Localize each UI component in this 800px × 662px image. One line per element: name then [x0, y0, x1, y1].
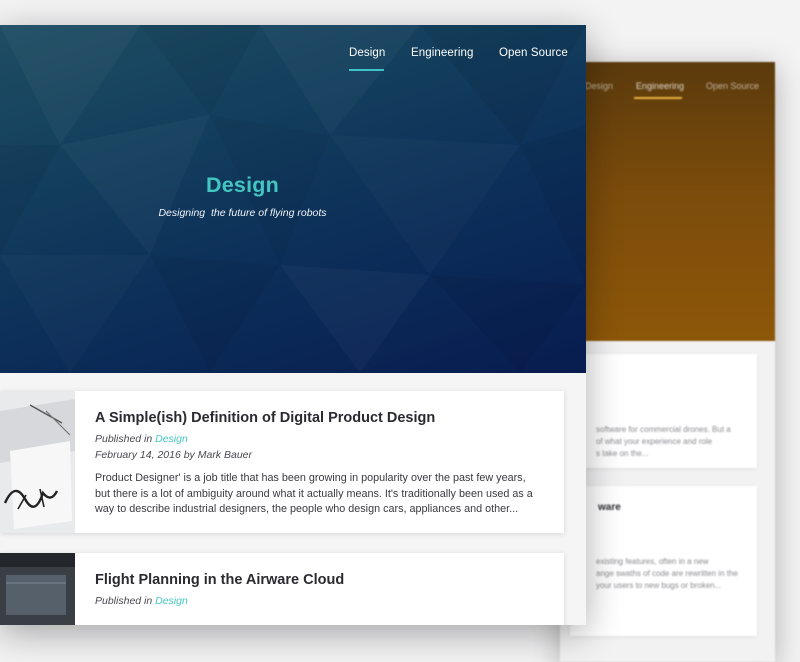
post-published-in: Published in Design	[95, 593, 538, 609]
background-post-card: software for commercial drones. But a of…	[570, 354, 757, 468]
post-content: A Simple(ish) Definition of Digital Prod…	[95, 409, 538, 518]
background-nav-engineering: Engineering	[636, 81, 685, 91]
post-category-link[interactable]: Design	[155, 595, 188, 607]
background-page-preview: Design Engineering Open Source software …	[560, 62, 775, 662]
post-card[interactable]: A Simple(ish) Definition of Digital Prod…	[0, 391, 564, 533]
published-label: Published in	[95, 595, 156, 607]
nav-engineering[interactable]: Engineering	[411, 47, 473, 59]
post-card[interactable]: Flight Planning in the Airware Cloud Pub…	[0, 553, 564, 625]
post-date-author: February 14, 2016 by Mark Bauer	[95, 449, 252, 461]
post-thumbnail[interactable]	[0, 553, 75, 625]
background-hero: Design Engineering Open Source	[560, 62, 775, 341]
post-thumbnail[interactable]	[0, 391, 75, 533]
map-photo-thumbnail	[0, 553, 75, 625]
published-label: Published in	[95, 433, 156, 445]
nav-design[interactable]: Design	[349, 47, 385, 59]
low-poly-background	[0, 25, 586, 373]
nav-open-source[interactable]: Open Source	[499, 47, 568, 59]
background-nav-open-source: Open Source	[706, 81, 760, 91]
background-post-title: ware	[598, 502, 621, 513]
blog-page: Design Engineering Open Source Design De…	[0, 25, 586, 625]
background-post-card: ware existing features, often in a new a…	[570, 486, 757, 636]
background-post-excerpt: existing features, often in a new ange s…	[596, 557, 738, 590]
background-post-excerpt: software for commercial drones. But a of…	[596, 425, 731, 458]
post-published-in: Published in Design	[95, 431, 538, 447]
post-excerpt: Product Designer' is a job title that ha…	[95, 472, 533, 515]
page-subtitle: Designing the future of flying robots	[158, 207, 327, 219]
background-nav-design: Design	[585, 81, 614, 91]
page-title: Design	[206, 173, 279, 197]
post-title[interactable]: A Simple(ish) Definition of Digital Prod…	[95, 409, 538, 427]
sketch-photo-thumbnail	[0, 391, 75, 533]
post-content: Flight Planning in the Airware Cloud Pub…	[95, 571, 538, 609]
post-category-link[interactable]: Design	[155, 433, 188, 445]
post-title[interactable]: Flight Planning in the Airware Cloud	[95, 571, 538, 589]
nav-active-indicator	[349, 69, 384, 71]
background-nav-active-indicator	[634, 97, 682, 99]
hero-banner: Design Engineering Open Source Design De…	[0, 25, 586, 373]
